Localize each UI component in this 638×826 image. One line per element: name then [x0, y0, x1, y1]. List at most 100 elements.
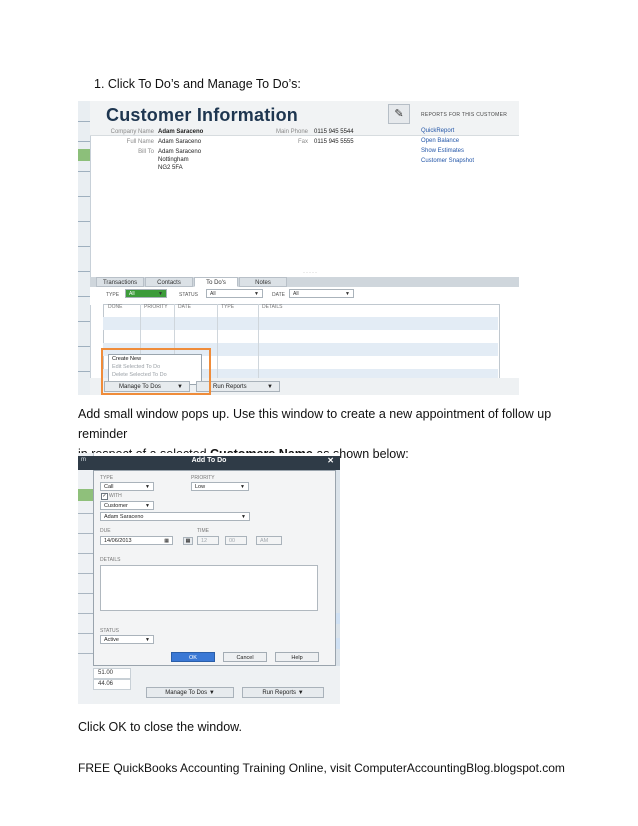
report-link-quickreport[interactable]: QuickReport: [421, 128, 454, 134]
date-filter-label: DATE: [272, 292, 285, 298]
chevron-down-icon: ▼: [145, 503, 150, 509]
column-header-details[interactable]: DETAILS: [262, 304, 282, 310]
status-filter-label: STATUS: [179, 292, 198, 298]
tab-transactions[interactable]: Transactions: [96, 277, 144, 287]
chevron-down-icon: ▼: [145, 484, 150, 490]
tab-todos[interactable]: To Do's: [194, 277, 238, 287]
fax-value: 0115 945 5555: [314, 139, 354, 145]
bill-to-label: Bill To: [138, 149, 154, 155]
priority-select[interactable]: Low ▼: [191, 482, 249, 491]
dialog-title: Add To Do: [191, 457, 227, 464]
status-select[interactable]: Active ▼: [100, 635, 154, 644]
type-value: Call: [104, 484, 114, 490]
column-header-type[interactable]: TYPE: [221, 304, 234, 310]
tab-notes[interactable]: Notes: [239, 277, 287, 287]
with-checkbox[interactable]: ✓: [101, 493, 108, 500]
chevron-down-icon: ▼: [241, 514, 246, 520]
chevron-down-icon: ▼: [297, 690, 304, 696]
with-value: Customer: [104, 503, 128, 509]
with-select[interactable]: Customer ▼: [100, 501, 154, 510]
time-minute-select[interactable]: 00: [225, 536, 247, 545]
ok-button[interactable]: OK: [171, 652, 215, 662]
status-filter-value: All: [210, 291, 216, 297]
splitter-handle[interactable]: ·····: [303, 270, 318, 276]
manage-todos-label: Manage To Dos: [165, 690, 208, 696]
type-select[interactable]: Call ▼: [100, 482, 154, 491]
left-navigation-strip: [78, 101, 91, 395]
calendar-icon[interactable]: ▦: [183, 537, 193, 545]
amount-value: 51.00: [98, 670, 114, 676]
close-icon[interactable]: ✕: [327, 456, 334, 465]
main-phone-label: Main Phone: [275, 129, 308, 135]
due-date-value: 14/06/2013: [104, 538, 132, 544]
date-filter-select[interactable]: All ▼: [289, 289, 354, 298]
priority-label: PRIORITY: [191, 475, 215, 481]
due-date-input[interactable]: 14/06/2013 ▦: [100, 536, 173, 545]
page-footer: FREE QuickBooks Accounting Training Onli…: [78, 761, 565, 775]
highlight-box: [101, 348, 211, 395]
bill-to-line: NG2 5FA: [158, 165, 183, 171]
chevron-down-icon: ▼: [240, 484, 245, 490]
run-reports-button[interactable]: Run Reports ▼: [242, 687, 324, 698]
chevron-down-icon: ▼: [345, 291, 350, 297]
pencil-icon[interactable]: ✎: [388, 104, 410, 124]
time-label: TIME: [197, 528, 209, 534]
full-name-label: Full Name: [126, 139, 154, 145]
tab-contacts[interactable]: Contacts: [145, 277, 193, 287]
full-name-value: Adam Saraceno: [158, 139, 202, 145]
status-value: Active: [104, 637, 119, 643]
chevron-down-icon: ▼: [254, 291, 259, 297]
cancel-button[interactable]: Cancel: [223, 652, 267, 662]
with-label: WITH: [109, 493, 122, 499]
due-label: DUE: [100, 528, 111, 534]
customer-information-screenshot: Customer Information ✎ REPORTS FOR THIS …: [78, 101, 519, 395]
report-link-open-balance[interactable]: Open Balance: [421, 138, 459, 144]
priority-value: Low: [195, 484, 206, 490]
type-filter-label: TYPE: [106, 292, 120, 298]
company-name-label: Company Name: [110, 129, 154, 135]
date-filter-value: All: [293, 291, 299, 297]
time-ampm-value: AM: [260, 538, 269, 544]
report-link-customer-snapshot[interactable]: Customer Snapshot: [421, 158, 474, 164]
time-hour-select[interactable]: 12: [197, 536, 219, 545]
closing-instruction: Click OK to close the window.: [78, 720, 242, 734]
customer-select[interactable]: Adam Saraceno ▼: [100, 512, 250, 521]
details-textarea[interactable]: [100, 565, 318, 611]
chevron-down-icon: ▼: [158, 291, 163, 297]
report-link-show-estimates[interactable]: Show Estimates: [421, 148, 464, 154]
run-reports-label: Run Reports: [213, 384, 247, 390]
column-header-done[interactable]: DONE: [108, 304, 122, 310]
status-filter-select[interactable]: All ▼: [206, 289, 263, 298]
background-green-tab: [78, 489, 93, 501]
column-header-priority[interactable]: PRIORITY: [144, 304, 168, 310]
time-hour-value: 12: [201, 538, 208, 544]
type-label: TYPE: [100, 475, 114, 481]
type-filter-value: All: [129, 291, 135, 297]
chevron-down-icon: ▼: [208, 690, 215, 696]
reports-header: REPORTS FOR THIS CUSTOMER: [421, 112, 508, 118]
customer-value: Adam Saraceno: [104, 514, 144, 520]
status-label: STATUS: [100, 628, 119, 634]
column-header-date[interactable]: DATE: [178, 304, 191, 310]
left-green-tab: [78, 149, 90, 161]
details-label: DETAILS: [100, 557, 121, 563]
table-row[interactable]: [103, 317, 498, 330]
time-minute-value: 00: [229, 538, 236, 544]
company-name-value: Adam Saraceno: [158, 129, 204, 135]
bill-to-line: Nottingham: [158, 157, 189, 163]
page-title: Customer Information: [106, 105, 299, 125]
manage-todos-button[interactable]: Manage To Dos ▼: [146, 687, 234, 698]
run-reports-label: Run Reports: [262, 690, 297, 696]
time-ampm-select[interactable]: AM: [256, 536, 282, 545]
bill-to-line: Adam Saraceno: [158, 149, 202, 155]
fax-label: Fax: [297, 139, 308, 145]
add-todo-screenshot: m Add To Do ✕ TYPE Call ▼ PRIORITY Low ▼ ✓…: [78, 453, 340, 704]
calendar-icon[interactable]: ▦: [164, 537, 169, 546]
help-button[interactable]: Help: [275, 652, 319, 662]
chevron-down-icon: ▼: [145, 637, 150, 643]
type-filter-select[interactable]: All ▼: [125, 289, 167, 298]
paragraph-line: Add small window pops up. Use this windo…: [78, 407, 552, 441]
step-1-instruction: 1. Click To Do’s and Manage To Do’s:: [94, 77, 301, 91]
main-phone-value: 0115 945 5544: [314, 129, 354, 135]
amount-value: 44.06: [98, 681, 114, 687]
